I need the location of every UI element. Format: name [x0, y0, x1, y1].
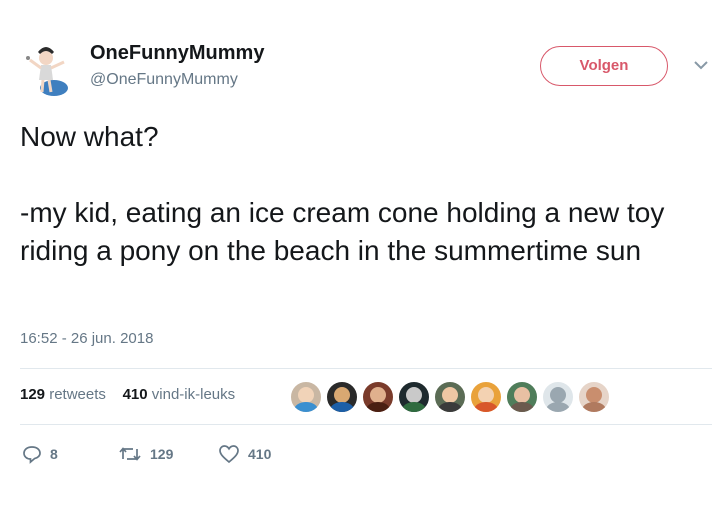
tweet-line-2: -my kid, eating an ice cream cone holdin…: [20, 197, 665, 266]
tweet-text: Now what? -my kid, eating an ice cream c…: [20, 118, 700, 270]
divider: [20, 368, 712, 369]
liker-avatar[interactable]: [470, 381, 502, 413]
liker-avatar[interactable]: [506, 381, 538, 413]
chevron-down-icon[interactable]: [694, 60, 708, 70]
tweet-stats: 129 retweets 410 vind-ik-leuks: [20, 386, 235, 403]
user-handle[interactable]: @OneFunnyMummy: [90, 71, 238, 89]
liker-avatar[interactable]: [578, 381, 610, 413]
retweet-action-count: 129: [150, 446, 174, 462]
reply-button[interactable]: 8: [22, 444, 58, 464]
retweet-count[interactable]: 129: [20, 386, 45, 403]
avatar-icon: [26, 47, 68, 96]
reply-icon: [23, 446, 41, 464]
liker-avatar[interactable]: [542, 381, 574, 413]
retweet-button[interactable]: 129: [118, 444, 173, 464]
retweet-icon: [119, 447, 141, 461]
heart-icon: [219, 445, 239, 464]
tweet-line-1: Now what?: [20, 121, 159, 152]
retweet-label[interactable]: retweets: [49, 386, 106, 403]
follow-button[interactable]: Volgen: [540, 46, 668, 86]
liker-avatar[interactable]: [290, 381, 322, 413]
liker-avatar[interactable]: [362, 381, 394, 413]
liker-avatar[interactable]: [326, 381, 358, 413]
liker-avatar[interactable]: [398, 381, 430, 413]
liker-avatar[interactable]: [434, 381, 466, 413]
avatar[interactable]: [20, 40, 80, 100]
divider: [20, 424, 712, 425]
like-action-count: 410: [248, 446, 272, 462]
user-name[interactable]: OneFunnyMummy: [90, 42, 264, 65]
like-count[interactable]: 410: [123, 386, 148, 403]
reply-count: 8: [50, 446, 58, 462]
timestamp[interactable]: 16:52 - 26 jun. 2018: [20, 330, 153, 347]
like-button[interactable]: 410: [218, 444, 271, 464]
like-label[interactable]: vind-ik-leuks: [152, 386, 235, 403]
